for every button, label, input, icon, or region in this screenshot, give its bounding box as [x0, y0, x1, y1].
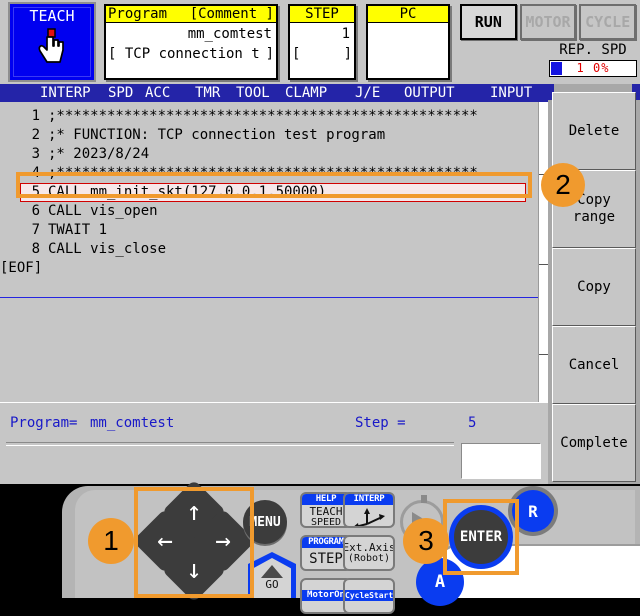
program-comment-text: [ TCP connection t	[108, 46, 260, 62]
code-line-text: TWAIT 1	[48, 222, 108, 238]
mode-label: TEACH	[29, 7, 75, 25]
program-comment-close: ]	[265, 46, 274, 62]
teach-pendant-screen: TEACH Program [Comment ] mm_comtest [ TC…	[0, 0, 640, 614]
program-panel-title: Program [Comment ]	[106, 6, 276, 23]
code-line-number: 1	[31, 108, 40, 124]
annotation-marker-1: 1	[88, 518, 134, 564]
code-line[interactable]: 6 CALL vis_open	[0, 202, 548, 221]
menu-item-acc[interactable]: ACC	[145, 84, 170, 102]
code-line[interactable]: 7 TWAIT 1	[0, 221, 548, 240]
code-line-number: 2	[31, 127, 40, 143]
triangle-up-icon	[261, 565, 283, 578]
code-line-text: CALL vis_open	[48, 203, 158, 219]
softkey-copy[interactable]: Copy	[552, 248, 636, 326]
pc-title-left: PC	[399, 6, 417, 22]
menu-item-spd[interactable]: SPD	[108, 84, 133, 102]
status-step-value: 5	[468, 415, 477, 431]
step-title-left: STEP	[305, 6, 339, 22]
status-cycle-indicator[interactable]: CYCLE	[579, 4, 637, 40]
code-line-text: ;* FUNCTION: TCP connection test program	[48, 127, 386, 143]
step-panel-value: 1	[341, 26, 350, 42]
cursor-underline	[0, 297, 548, 298]
hand-pointer-icon	[34, 26, 70, 70]
key-cycle-start-caption: CycleStart	[345, 590, 394, 601]
code-line-text: CALL vis_close	[48, 241, 167, 257]
status-program-value: mm_comtest	[90, 415, 175, 431]
annotation-box-enter	[443, 499, 519, 575]
step-bracket-open: [	[292, 46, 301, 62]
mode-indicator-teach[interactable]: TEACH	[8, 2, 96, 82]
code-line-number: 3	[31, 146, 40, 162]
dial-nub	[421, 495, 427, 503]
code-line-number: 6	[31, 203, 40, 219]
go-button-label: GO	[265, 578, 279, 591]
program-title-left: Program	[108, 6, 168, 22]
program-panel-value: mm_comtest	[187, 26, 272, 42]
menu-item-tmr[interactable]: TMR	[195, 84, 220, 102]
key-ext-axis-label: Ext.Axis	[343, 541, 395, 554]
program-panel[interactable]: Program [Comment ] mm_comtest [ TCP conn…	[104, 4, 278, 80]
softkey-delete[interactable]: Delete	[552, 92, 636, 170]
code-line-number: 7	[31, 222, 40, 238]
step-panel[interactable]: STEP 1 [ ]	[288, 4, 356, 80]
code-line-text: ;***************************************…	[48, 108, 478, 124]
status-input-box[interactable]	[461, 443, 541, 479]
key-ext-axis-robot[interactable]: Ext.Axis (Robot)	[343, 535, 395, 571]
annotation-marker-2: 2	[541, 163, 585, 207]
code-line[interactable]: 8 CALL vis_close	[0, 240, 548, 259]
key-speed-label: SPEED	[310, 517, 342, 528]
annotation-marker-3: 3	[403, 518, 449, 564]
key-robot-label: (Robot)	[347, 553, 391, 564]
status-footer: Program= mm_comtest Step = 5	[0, 402, 548, 484]
step-panel-bracket: [ ]	[290, 45, 354, 63]
code-line[interactable]: 1 ;*************************************…	[0, 107, 548, 126]
status-run-indicator[interactable]: RUN	[460, 4, 517, 40]
step-panel-title: STEP	[290, 6, 354, 23]
key-teach-label: TEACH	[309, 505, 343, 518]
softkey-cancel[interactable]: Cancel	[552, 326, 636, 404]
pc-panel[interactable]: PC	[366, 4, 450, 80]
key-interp[interactable]: INTERP	[343, 492, 395, 528]
softkey-complete[interactable]: Complete	[552, 404, 636, 482]
code-line[interactable]: 2 ;* FUNCTION: TCP connection test progr…	[0, 126, 548, 145]
rep-speed-label: REP. SPD	[559, 42, 627, 58]
status-step-label: Step =	[355, 415, 406, 431]
menu-item-input[interactable]: INPUT	[490, 84, 532, 102]
menu-item-tool[interactable]: TOOL	[236, 84, 270, 102]
axis-arrows-icon	[351, 508, 387, 526]
program-code-area[interactable]: 1 ;*************************************…	[0, 102, 548, 402]
status-header: TEACH Program [Comment ] mm_comtest [ TC…	[0, 0, 640, 84]
pc-panel-value	[368, 23, 448, 45]
status-motor-indicator[interactable]: MOTOR	[519, 4, 577, 40]
step-bracket-close: ]	[343, 46, 352, 62]
status-program-label: Program=	[10, 415, 78, 431]
code-line-number: 8	[31, 241, 40, 257]
menu-bar: INTERP SPD ACC TMR TOOL CLAMP J/E OUTPUT…	[0, 84, 548, 102]
softkey-column: Delete Copy range Copy Cancel Complete	[548, 84, 640, 484]
menu-item-interp[interactable]: INTERP	[40, 84, 91, 102]
status-divider	[6, 442, 454, 446]
program-panel-comment: [ TCP connection t ]	[106, 45, 276, 63]
key-cycle-start[interactable]: CycleStart	[343, 578, 395, 614]
status-button-group: RUN MOTOR CYCLE	[460, 4, 637, 40]
annotation-box-dpad	[134, 487, 254, 598]
key-step-label: STEP	[309, 551, 343, 567]
menu-item-clamp[interactable]: CLAMP	[285, 84, 327, 102]
code-line[interactable]: 3 ;* 2023/8/24	[0, 145, 548, 164]
program-title-right: [Comment ]	[189, 6, 274, 22]
key-interp-caption: INTERP	[345, 494, 393, 505]
code-line-text: ;* 2023/8/24	[48, 146, 150, 162]
rep-speed-bar[interactable]: 1 0%	[549, 60, 637, 77]
menu-item-je[interactable]: J/E	[355, 84, 380, 102]
code-eof-marker: [EOF]	[0, 260, 43, 276]
menu-item-output[interactable]: OUTPUT	[404, 84, 455, 102]
pc-panel-title: PC	[368, 6, 448, 23]
go-button[interactable]: GO	[248, 552, 296, 598]
annotation-box-code-line	[16, 172, 532, 198]
rep-speed-value: 1 0%	[576, 61, 610, 75]
